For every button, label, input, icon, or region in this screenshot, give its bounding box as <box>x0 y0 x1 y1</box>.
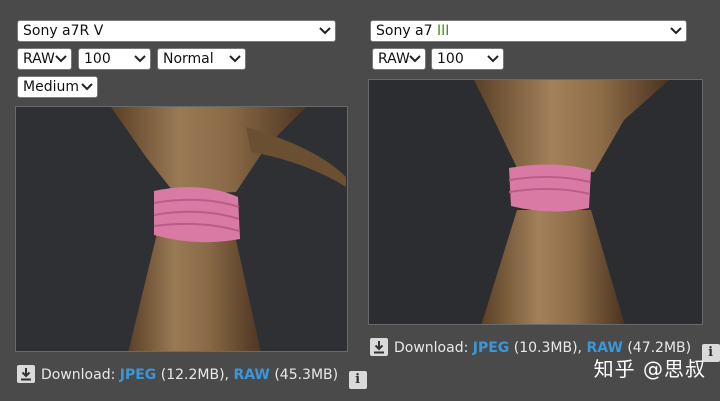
chevron-down-icon <box>229 55 241 63</box>
mode-select-left[interactable]: Normal <box>157 48 246 70</box>
chevron-down-icon <box>670 27 682 35</box>
camera-select-value: Sony a7R V <box>23 23 104 39</box>
quality-select-left[interactable]: Medium <box>17 76 98 98</box>
camera-select-left[interactable]: Sony a7R V <box>17 20 336 42</box>
chevron-down-icon <box>134 55 146 63</box>
iso-select-left[interactable]: 100 <box>78 48 151 70</box>
chevron-down-icon <box>81 83 93 91</box>
zhihu-watermark: 知乎 @思叔 <box>593 357 706 381</box>
iso-select-value: 100 <box>84 51 111 67</box>
mode-select-value: Normal <box>163 51 214 67</box>
sample-image-left[interactable] <box>15 106 348 352</box>
chevron-down-icon <box>319 27 331 35</box>
jpeg-size: (12.2MB), <box>160 367 229 383</box>
download-icon[interactable] <box>17 365 35 383</box>
download-jpeg-link[interactable]: JPEG <box>120 367 157 383</box>
download-jpeg-link[interactable]: JPEG <box>473 340 510 356</box>
format-select-left[interactable]: RAW <box>17 48 72 70</box>
download-label: Download: <box>41 367 116 383</box>
jpeg-size: (10.3MB), <box>513 340 582 356</box>
quality-select-value: Medium <box>23 79 79 95</box>
chevron-down-icon <box>487 55 499 63</box>
camera-select-right[interactable]: Sony a7 III <box>370 20 687 42</box>
download-raw-link[interactable]: RAW <box>233 367 269 383</box>
iso-select-right[interactable]: 100 <box>431 48 504 70</box>
download-icon[interactable] <box>370 338 388 356</box>
iso-select-value: 100 <box>437 51 464 67</box>
chevron-down-icon <box>409 55 421 63</box>
download-row-left: Download: JPEG (12.2MB), RAW (45.3MB) i <box>17 365 367 389</box>
sample-image-right[interactable] <box>368 79 703 325</box>
raw-size: (45.3MB) <box>274 367 339 383</box>
chevron-down-icon <box>55 55 67 63</box>
format-select-right[interactable]: RAW <box>372 48 426 70</box>
format-select-value: RAW <box>378 51 410 67</box>
camera-select-suffix: III <box>437 23 450 39</box>
camera-select-value: Sony a7 <box>376 23 437 39</box>
format-select-value: RAW <box>23 51 55 67</box>
info-icon[interactable]: i <box>348 371 367 389</box>
download-label: Download: <box>394 340 469 356</box>
